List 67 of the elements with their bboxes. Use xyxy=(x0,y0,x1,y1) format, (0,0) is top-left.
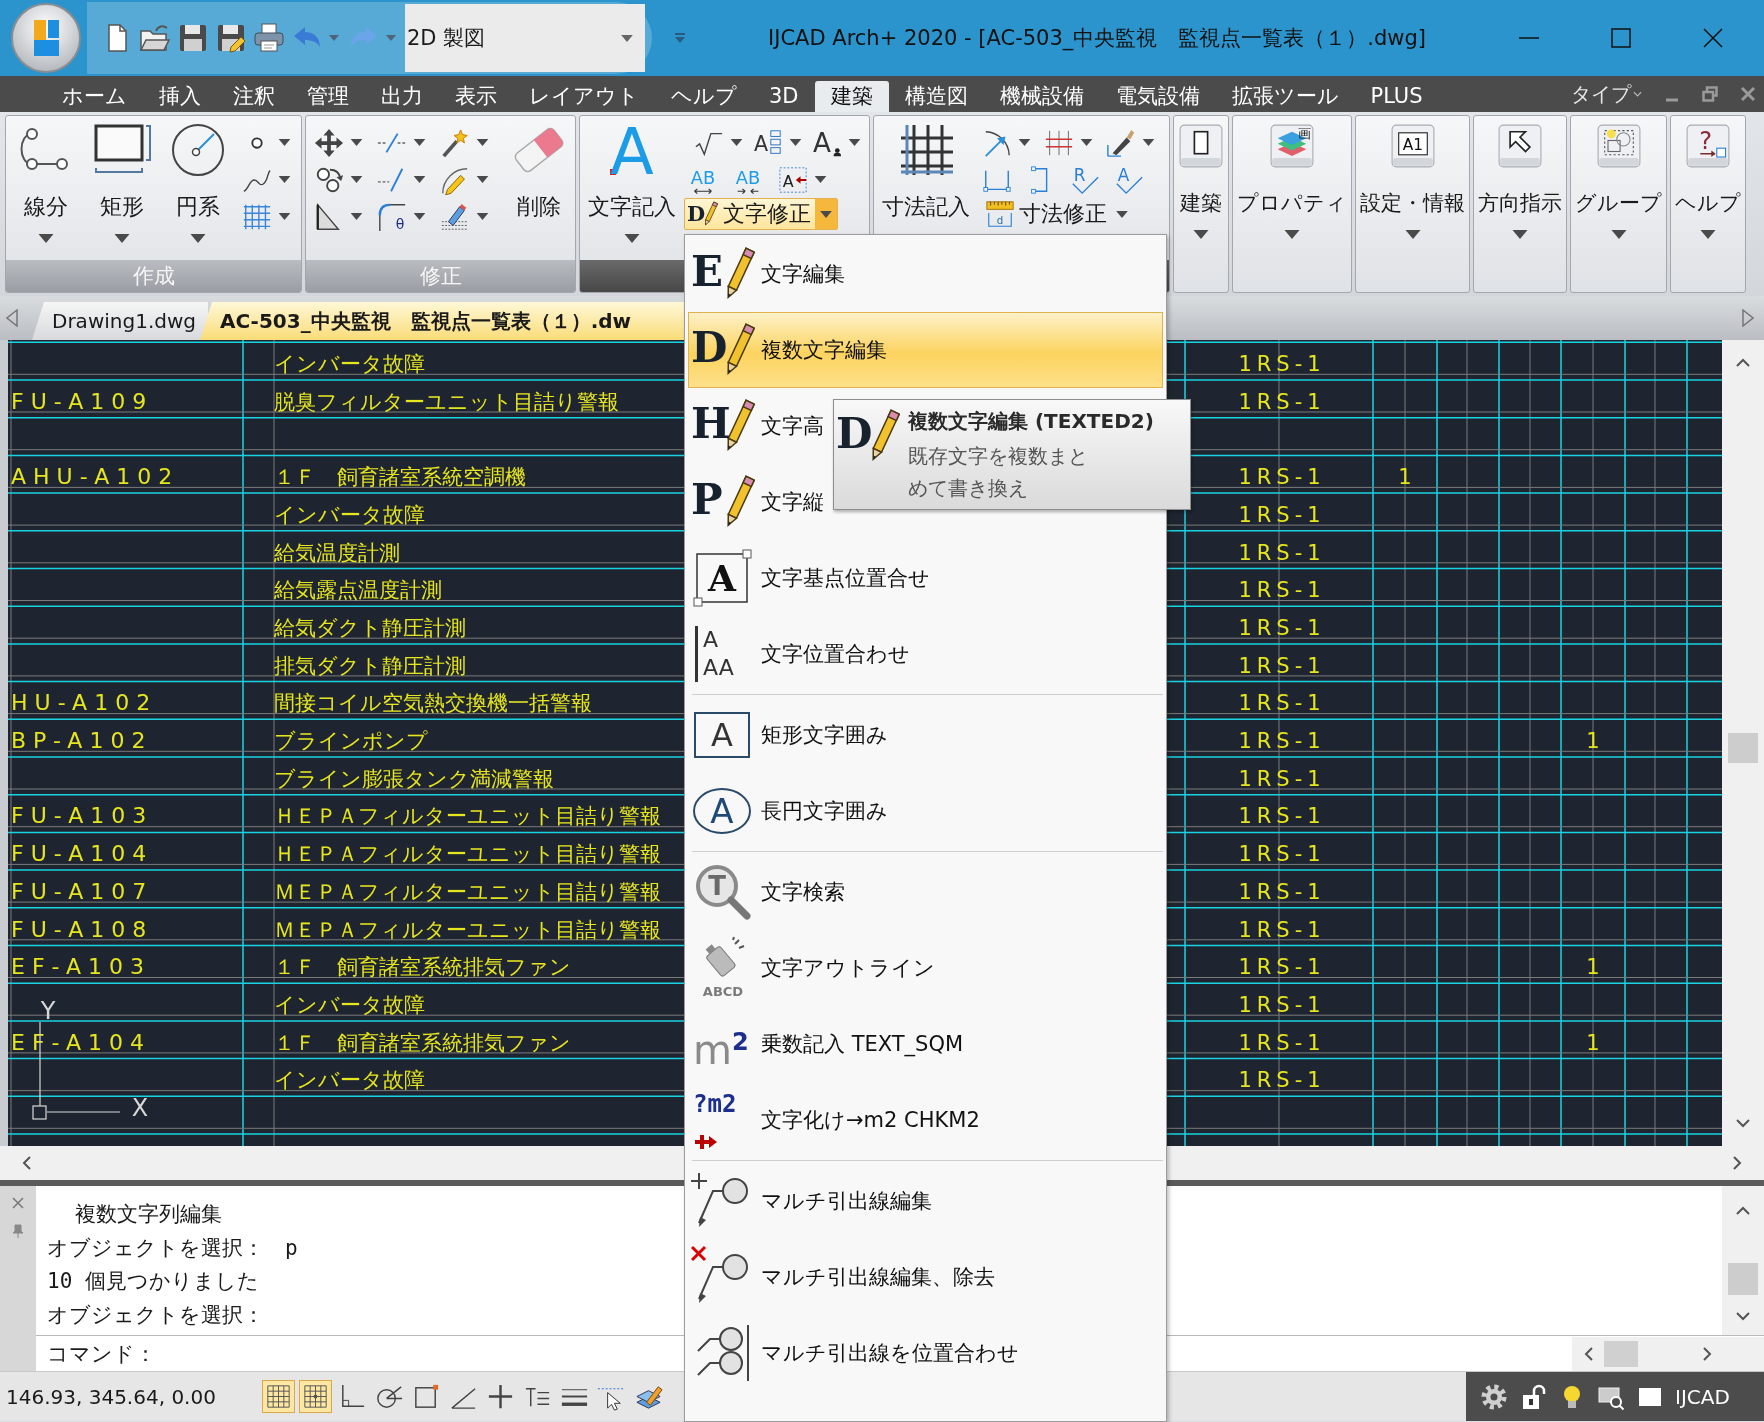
point-name: ＨＥＰＡフィルターユニット目詰り警報 xyxy=(274,804,661,829)
panel-title: 修正 xyxy=(306,260,575,292)
panel-code: 1RS-1 xyxy=(1238,1030,1326,1055)
count-value: 1 xyxy=(1398,465,1412,490)
panel-code: 1RS-1 xyxy=(1238,578,1326,603)
count-value: 1 xyxy=(1586,1030,1600,1055)
equipment-code: FU-A103 xyxy=(11,803,154,829)
point-name: １Ｆ 飼育諸室系統空調機 xyxy=(274,465,526,490)
point-name: 給気ダクト静圧計測 xyxy=(274,615,466,640)
text-frame-icon: A1 xyxy=(1389,124,1436,168)
panel-code: 1RS-1 xyxy=(1238,879,1326,904)
equipment-code: HU-A102 xyxy=(11,690,158,716)
panel-code: 1RS-1 xyxy=(1238,502,1326,527)
equipment-code: AHU-A102 xyxy=(11,464,180,490)
tooltip-title: 複数文字編集 (TEXTED2) xyxy=(908,408,1154,435)
point-name: ＨＥＰＡフィルターユニット目詰り警報 xyxy=(274,842,661,867)
point-name: 排気ダクト静圧計測 xyxy=(274,653,466,678)
command-title: 複数文字列編集 xyxy=(74,1201,222,1228)
equipment-code: FU-A108 xyxy=(11,916,154,942)
panel-code: 1RS-1 xyxy=(1238,1068,1326,1093)
point-name: １Ｆ 飼育諸室系統排気ファン xyxy=(274,955,571,980)
point-name: 給気露点温度計測 xyxy=(274,578,442,603)
coordinates-text: 146.93, 345.64, 0.00 xyxy=(5,1384,217,1409)
point-name: インバータ故障 xyxy=(274,992,425,1017)
point-name: インバータ故障 xyxy=(274,352,425,376)
superscript-icon: m$^{2}$ xyxy=(691,1012,755,1076)
panel-code: 1RS-1 xyxy=(1238,842,1326,867)
equipment-code: EF-A103 xyxy=(11,954,152,980)
panel-code: 1RS-1 xyxy=(1238,955,1326,980)
command-history-line: オブジェクトを選択： xyxy=(47,1301,264,1329)
panel-code: 1RS-1 xyxy=(1238,766,1326,791)
panel-code: 1RS-1 xyxy=(1238,917,1326,942)
equipment-code: BP-A102 xyxy=(11,728,153,753)
point-name: 脱臭フィルターユニット目詰り警報 xyxy=(274,389,619,414)
panel-code: 1RS-1 xyxy=(1238,804,1326,829)
point-name: ＭＥＰＡフィルターユニット目詰り警報 xyxy=(274,879,661,904)
point-name: 間接コイル空気熱交換機一括警報 xyxy=(274,691,592,716)
equipment-code: FU-A109 xyxy=(11,388,154,414)
point-name: ブライン膨張タンク満減警報 xyxy=(274,766,554,791)
window-title: IJCAD Arch+ 2020 - [AC-503_中央監視 監視点一覧表（１）.dwg] xyxy=(768,25,1426,52)
command-history-line: オブジェクトを選択： p xyxy=(47,1234,298,1262)
panel-code: 1RS-1 xyxy=(1238,653,1326,678)
command-prompt: コマンド： xyxy=(47,1340,156,1368)
point-name: １Ｆ 飼育諸室系統排気ファン xyxy=(274,1030,571,1055)
point-name: インバータ故障 xyxy=(274,1068,425,1093)
brand-text: IJCAD xyxy=(1675,1384,1730,1409)
panel-code: 1RS-1 xyxy=(1238,615,1326,640)
equipment-code: FU-A104 xyxy=(11,841,154,867)
panel-code: 1RS-1 xyxy=(1238,352,1326,376)
count-value: 1 xyxy=(1586,955,1600,980)
command-history-line: 10 個見つかりました xyxy=(47,1268,259,1295)
point-name: ＭＥＰＡフィルターユニット目詰り警報 xyxy=(274,917,661,942)
count-value: 1 xyxy=(1586,729,1600,753)
panel-code: 1RS-1 xyxy=(1238,465,1326,490)
equipment-code: FU-A107 xyxy=(11,878,154,904)
panel-code: 1RS-1 xyxy=(1238,540,1326,565)
panel-code: 1RS-1 xyxy=(1238,729,1326,753)
point-name: ブラインポンプ xyxy=(274,729,428,753)
point-name: インバータ故障 xyxy=(274,502,425,527)
panel-code: 1RS-1 xyxy=(1238,389,1326,414)
panel-code: 1RS-1 xyxy=(1238,691,1326,716)
layers-icon: 画 xyxy=(1269,124,1315,168)
help-icon: ? xyxy=(1685,124,1731,168)
panel-title: 作成 xyxy=(6,260,301,292)
tooltip-text: 既存文字を複数まとめて書き換え xyxy=(908,443,1089,502)
panel-code: 1RS-1 xyxy=(1238,992,1326,1017)
point-name: 給気温度計測 xyxy=(274,540,400,565)
